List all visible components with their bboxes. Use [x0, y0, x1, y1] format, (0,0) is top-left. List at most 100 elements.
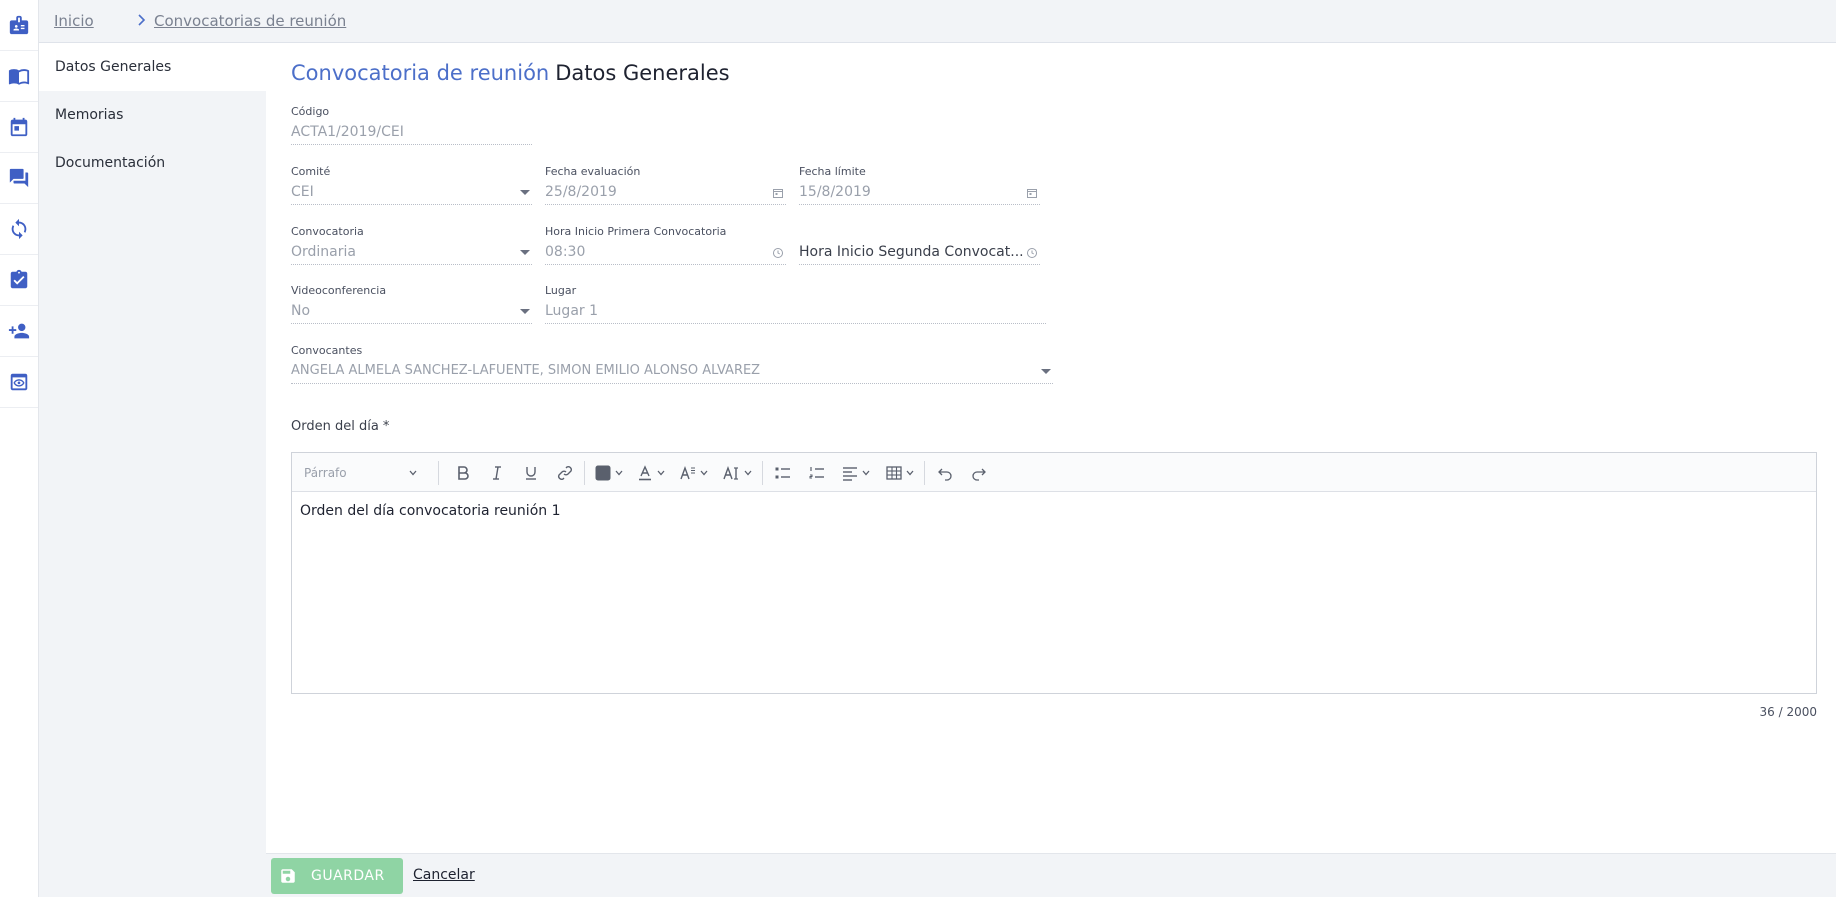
- section-nav-datos-generales[interactable]: Datos Generales: [39, 43, 266, 91]
- book-icon: [8, 69, 30, 85]
- dropdown-arrow-icon: [520, 190, 530, 195]
- paragraph-format-select[interactable]: Párrafo: [304, 463, 422, 483]
- calendar-icon[interactable]: [1026, 187, 1038, 199]
- hora-primera-input[interactable]: 08:30: [545, 239, 786, 265]
- rail-item-chat[interactable]: [0, 153, 38, 204]
- comite-field: Comité CEI: [291, 165, 532, 205]
- chat-icon: [9, 168, 29, 188]
- save-icon: [281, 869, 295, 883]
- section-nav-memorias[interactable]: Memorias: [39, 91, 266, 139]
- lugar-input[interactable]: Lugar 1: [545, 298, 1046, 324]
- videoconferencia-label: Videoconferencia: [291, 284, 387, 297]
- rail-item-book[interactable]: [0, 51, 38, 102]
- convocatoria-value: Ordinaria: [291, 244, 356, 260]
- bold-icon: [458, 465, 469, 480]
- fecha-limite-field: Fecha límite 15/8/2019: [799, 165, 1040, 205]
- comite-select[interactable]: CEI: [291, 179, 532, 205]
- videoconferencia-select[interactable]: No: [291, 298, 532, 324]
- align-left-icon: [843, 466, 857, 481]
- chevron-right-icon: [138, 14, 146, 26]
- dropdown-arrow-icon: [520, 309, 530, 314]
- font-size-icon: [723, 465, 738, 480]
- main-content: Convocatoria de reunión Datos Generales C…: [266, 43, 1836, 853]
- italic-button[interactable]: [482, 453, 512, 492]
- form-footer: GUARDAR Cancelar: [266, 853, 1836, 897]
- highlight-color-button[interactable]: [590, 453, 628, 492]
- clipboard-check-icon: [10, 269, 28, 289]
- clock-icon[interactable]: [772, 247, 784, 259]
- editor-content[interactable]: Orden del día convocatoria reunión 1: [300, 503, 560, 519]
- lugar-label: Lugar: [545, 284, 577, 297]
- toolbar-divider: [762, 461, 763, 485]
- hora-primera-value: 08:30: [545, 244, 586, 260]
- undo-button[interactable]: [930, 453, 960, 492]
- rail-item-preview[interactable]: [0, 357, 38, 408]
- codigo-field: Código ACTA1/2019/CEI: [291, 105, 532, 145]
- convocantes-field: Convocantes ANGELA ALMELA SANCHEZ-LAFUEN…: [291, 344, 1053, 384]
- app-icon-rail: [0, 0, 39, 897]
- sync-icon: [11, 218, 27, 240]
- convocantes-label: Convocantes: [291, 344, 363, 357]
- underline-button[interactable]: [516, 453, 546, 492]
- hora-primera-field: Hora Inicio Primera Convocatoria 08:30: [545, 225, 786, 265]
- fecha-evaluacion-field: Fecha evaluación 25/8/2019: [545, 165, 786, 205]
- rail-item-calendar[interactable]: [0, 102, 38, 153]
- rail-item-sync[interactable]: [0, 204, 38, 255]
- rich-text-editor: Párrafo Orden del día convocatoria reuni…: [291, 452, 1817, 694]
- bold-button[interactable]: [448, 453, 478, 492]
- toolbar-divider: [924, 461, 925, 485]
- chevron-down-icon: [906, 470, 914, 475]
- section-nav: Datos Generales Memorias Documentación: [39, 43, 266, 897]
- table-icon: [886, 465, 902, 480]
- link-button[interactable]: [550, 453, 580, 492]
- rail-item-add-user[interactable]: [0, 306, 38, 357]
- fecha-limite-input[interactable]: 15/8/2019: [799, 179, 1040, 205]
- videoconferencia-value: No: [291, 303, 311, 319]
- undo-icon: [938, 468, 952, 481]
- rail-item-clipboard[interactable]: [0, 255, 38, 306]
- clock-icon[interactable]: [1026, 247, 1038, 259]
- highlight-icon: [595, 465, 611, 480]
- comite-value: CEI: [291, 184, 314, 200]
- codigo-input[interactable]: ACTA1/2019/CEI: [291, 119, 532, 145]
- bulleted-list-button[interactable]: [768, 453, 798, 492]
- numbered-list-icon: [809, 466, 824, 478]
- font-color-button[interactable]: [632, 453, 670, 492]
- character-counter: 36 / 2000: [1759, 705, 1817, 719]
- chevron-down-icon: [700, 470, 708, 475]
- underline-icon: [526, 466, 536, 480]
- page-title-section: Datos Generales: [555, 61, 730, 85]
- fecha-evaluacion-value: 25/8/2019: [545, 184, 617, 200]
- redo-icon: [972, 468, 986, 481]
- fecha-evaluacion-label: Fecha evaluación: [545, 165, 641, 178]
- align-button[interactable]: [836, 453, 876, 492]
- calendar-icon[interactable]: [772, 187, 784, 199]
- chevron-down-icon: [409, 470, 417, 476]
- fecha-evaluacion-input[interactable]: 25/8/2019: [545, 179, 786, 205]
- hora-primera-label: Hora Inicio Primera Convocatoria: [545, 225, 727, 238]
- font-family-button[interactable]: [674, 453, 714, 492]
- italic-icon: [493, 465, 501, 480]
- numbered-list-button[interactable]: [802, 453, 832, 492]
- redo-button[interactable]: [964, 453, 994, 492]
- chevron-down-icon: [657, 470, 665, 475]
- fecha-limite-value: 15/8/2019: [799, 184, 871, 200]
- section-nav-documentacion[interactable]: Documentación: [39, 139, 266, 187]
- rail-item-badge[interactable]: [0, 0, 38, 51]
- dropdown-arrow-icon: [1041, 369, 1051, 374]
- fecha-limite-label: Fecha límite: [799, 165, 866, 178]
- save-button[interactable]: GUARDAR: [271, 858, 403, 894]
- cancel-link[interactable]: Cancelar: [413, 867, 475, 883]
- convocatoria-select[interactable]: Ordinaria: [291, 239, 532, 265]
- eye-icon: [10, 373, 28, 391]
- bulleted-list-icon: [775, 467, 790, 478]
- lugar-field: Lugar Lugar 1: [545, 284, 1046, 324]
- chevron-down-icon: [744, 470, 752, 475]
- breadcrumb-current-link[interactable]: Convocatorias de reunión: [154, 12, 346, 30]
- font-size-button[interactable]: [718, 453, 758, 492]
- convocantes-select[interactable]: ANGELA ALMELA SANCHEZ-LAFUENTE, SIMON EM…: [291, 358, 1053, 384]
- table-button[interactable]: [880, 453, 920, 492]
- add-user-icon: [8, 323, 30, 339]
- hora-segunda-input[interactable]: Hora Inicio Segunda Convocat...: [799, 239, 1040, 265]
- breadcrumb-home-link[interactable]: Inicio: [54, 12, 94, 30]
